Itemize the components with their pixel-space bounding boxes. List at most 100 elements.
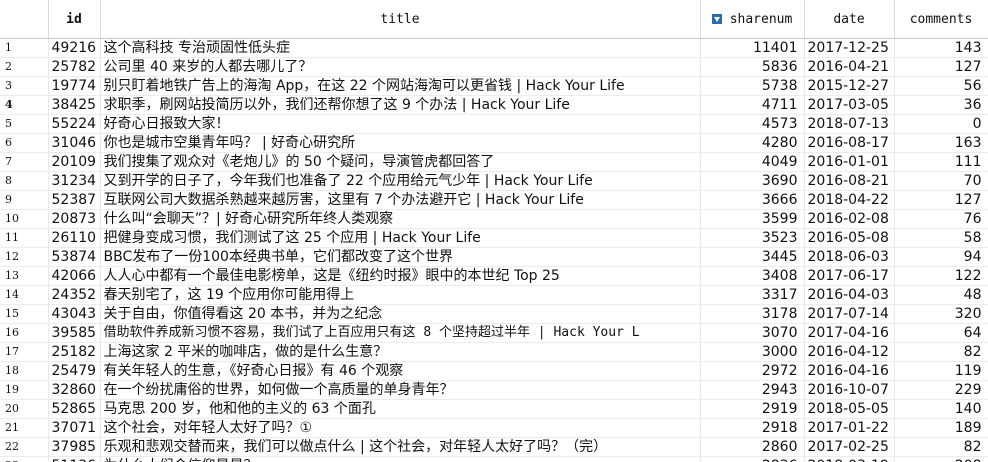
table-row[interactable]: 11 26110 把健身变成习惯，我们测试了这 25 个应用 | Hack Your… (0, 228, 988, 248)
cell-id[interactable]: 20873 (48, 209, 101, 229)
table-row[interactable]: 17 25182 上海这家 2 平米的咖啡店，做的是什么生意？ 3000 2016-04… (0, 342, 988, 362)
cell-id[interactable]: 43043 (48, 304, 101, 324)
table-row[interactable]: 4 38425 求职季，刷网站投简历以外，我们还帮你想了这 9 个办法 | Hack… (0, 95, 988, 115)
cell-date[interactable]: 2016-05-08 (804, 228, 895, 248)
table-row[interactable]: 13 42066 人人心中都有一个最佳电影榜单，这是《纽约时报》眼中的本世纪 Top… (0, 266, 988, 286)
table-row[interactable]: 5 55224 好奇心日报致大家！ 4573 2018-07-13 0 (0, 114, 988, 134)
row-number[interactable]: 12 (0, 247, 49, 267)
cell-title[interactable]: 互联网公司大数据杀熟越来越厉害，这里有 7 个办法避开它 | Hack Your… (100, 190, 701, 210)
cell-sharenum[interactable]: 3445 (700, 247, 805, 267)
table-row[interactable]: 22 37985 乐观和悲观交替而来，我们可以做点什么 | 这个社会，对年轻人太好了… (0, 437, 988, 457)
cell-sharenum[interactable]: 4049 (700, 152, 805, 172)
cell-comments[interactable]: 127 (894, 57, 988, 77)
cell-date[interactable]: 2016-08-21 (804, 171, 895, 191)
cell-id[interactable]: 31234 (48, 171, 101, 191)
column-header-date[interactable]: date (804, 0, 895, 39)
row-number[interactable]: 21 (0, 418, 49, 438)
sort-descending-icon[interactable] (711, 13, 722, 24)
row-number[interactable]: 19 (0, 380, 49, 400)
table-row[interactable]: 21 37071 这个社会，对年轻人太好了吗？① 2918 2017-01-22 189 (0, 418, 988, 438)
cell-date[interactable]: 2015-12-27 (804, 76, 895, 96)
row-number[interactable]: 5 (0, 114, 49, 134)
row-number[interactable]: 23 (0, 456, 49, 462)
row-number[interactable]: 7 (0, 152, 49, 172)
cell-id[interactable]: 20109 (48, 152, 101, 172)
cell-id[interactable]: 31046 (48, 133, 101, 153)
cell-title[interactable]: 别只盯着地铁广告上的海淘 App，在这 22 个网站海淘可以更省钱 | Hack… (100, 76, 701, 96)
cell-sharenum[interactable]: 3523 (700, 228, 805, 248)
table-row[interactable]: 10 20873 什么叫“会聊天”？| 好奇心研究所年终人类观察 3599 2016-0… (0, 209, 988, 229)
cell-date[interactable]: 2018-05-05 (804, 399, 895, 419)
cell-date[interactable]: 2017-03-05 (804, 95, 895, 115)
row-number[interactable]: 13 (0, 266, 49, 286)
column-header-sharenum[interactable]: sharenum (700, 0, 805, 39)
cell-date[interactable]: 2017-04-16 (804, 323, 895, 343)
cell-title[interactable]: 你也是城市空巢青年吗？ | 好奇心研究所 (100, 133, 701, 153)
cell-sharenum[interactable]: 2919 (700, 399, 805, 419)
cell-date[interactable]: 2016-04-21 (804, 57, 895, 77)
cell-sharenum[interactable]: 2918 (700, 418, 805, 438)
row-number[interactable]: 4 (0, 95, 49, 115)
cell-comments[interactable]: 229 (894, 380, 988, 400)
cell-title[interactable]: 公司里 40 来岁的人都去哪儿了？ (100, 57, 701, 77)
cell-comments[interactable]: 143 (894, 38, 988, 58)
cell-title[interactable]: BBC发布了一份100本经典书单，它们都改变了这个世界 (100, 247, 701, 267)
cell-id[interactable]: 42066 (48, 266, 101, 286)
cell-sharenum[interactable]: 3178 (700, 304, 805, 324)
cell-title[interactable]: 人人心中都有一个最佳电影榜单，这是《纽约时报》眼中的本世纪 Top 25 (100, 266, 701, 286)
cell-id[interactable]: 38425 (48, 95, 101, 115)
cell-title[interactable]: 为什么大们会信仰星星？ (100, 456, 701, 462)
cell-comments[interactable]: 64 (894, 323, 988, 343)
cell-date[interactable]: 2017-02-25 (804, 437, 895, 457)
cell-sharenum[interactable]: 2972 (700, 361, 805, 381)
column-header-id[interactable]: id (48, 0, 101, 39)
cell-comments[interactable]: 82 (894, 437, 988, 457)
cell-date[interactable]: 2016-04-12 (804, 342, 895, 362)
table-row[interactable]: 15 43043 关于自由，你值得看这 20 本书，并为之纪念 3178 2017-07… (0, 304, 988, 324)
cell-date[interactable]: 2017-06-17 (804, 266, 895, 286)
cell-date[interactable]: 2018-04-22 (804, 190, 895, 210)
table-row[interactable]: 12 53874 BBC发布了一份100本经典书单，它们都改变了这个世界 3445 20… (0, 247, 988, 267)
cell-comments[interactable]: 76 (894, 209, 988, 229)
row-number[interactable]: 8 (0, 171, 49, 191)
cell-title[interactable]: 我们搜集了观众对《老炮儿》的 50 个疑问，导演管虎都回答了 (100, 152, 701, 172)
cell-sharenum[interactable]: 5836 (700, 57, 805, 77)
cell-id[interactable]: 53874 (48, 247, 101, 267)
cell-date[interactable]: 2016-10-07 (804, 380, 895, 400)
cell-sharenum[interactable]: 2860 (700, 437, 805, 457)
cell-title[interactable]: 乐观和悲观交替而来，我们可以做点什么 | 这个社会，对年轻人太好了吗？（完） (100, 437, 701, 457)
cell-date[interactable]: 2018-07-13 (804, 114, 895, 134)
cell-date[interactable]: 2017-07-14 (804, 304, 895, 324)
row-number[interactable]: 10 (0, 209, 49, 229)
cell-id[interactable]: 26110 (48, 228, 101, 248)
cell-date[interactable]: 2017-01-22 (804, 418, 895, 438)
cell-title[interactable]: 借助软件养成新习惯不容易，我们试了上百应用只有这 8 个坚持超过半年 | Hac… (100, 323, 701, 343)
cell-comments[interactable]: 70 (894, 171, 988, 191)
cell-sharenum[interactable]: 4711 (700, 95, 805, 115)
cell-comments[interactable]: 94 (894, 247, 988, 267)
row-number-header[interactable] (0, 0, 49, 39)
row-number[interactable]: 14 (0, 285, 49, 305)
cell-title[interactable]: 求职季，刷网站投简历以外，我们还帮你想了这 9 个办法 | Hack Your … (100, 95, 701, 115)
row-number[interactable]: 17 (0, 342, 49, 362)
cell-date[interactable]: 2016-04-16 (804, 361, 895, 381)
cell-sharenum[interactable]: 3317 (700, 285, 805, 305)
table-row[interactable]: 8 31234 又到开学的日子了，今年我们也准备了 22 个应用给元气少年 | Ha… (0, 171, 988, 191)
cell-title[interactable]: 这个社会，对年轻人太好了吗？① (100, 418, 701, 438)
row-number[interactable]: 1 (0, 38, 49, 58)
cell-comments[interactable]: 56 (894, 76, 988, 96)
table-row[interactable]: 16 39585 借助软件养成新习惯不容易，我们试了上百应用只有这 8 个坚持超过半… (0, 323, 988, 343)
cell-sharenum[interactable]: 4280 (700, 133, 805, 153)
cell-comments[interactable]: 111 (894, 152, 988, 172)
cell-comments[interactable]: 48 (894, 285, 988, 305)
cell-title[interactable]: 在一个纷扰庸俗的世界，如何做一个高质量的单身青年？ (100, 380, 701, 400)
cell-id[interactable]: 37985 (48, 437, 101, 457)
cell-sharenum[interactable]: 3599 (700, 209, 805, 229)
cell-sharenum[interactable]: 4573 (700, 114, 805, 134)
cell-id[interactable]: 39585 (48, 323, 101, 343)
cell-title[interactable]: 有关年轻人的生意，《好奇心日报》有 46 个观察 (100, 361, 701, 381)
row-number[interactable]: 2 (0, 57, 49, 77)
cell-id[interactable]: 52865 (48, 399, 101, 419)
row-number[interactable]: 18 (0, 361, 49, 381)
row-number[interactable]: 22 (0, 437, 49, 457)
